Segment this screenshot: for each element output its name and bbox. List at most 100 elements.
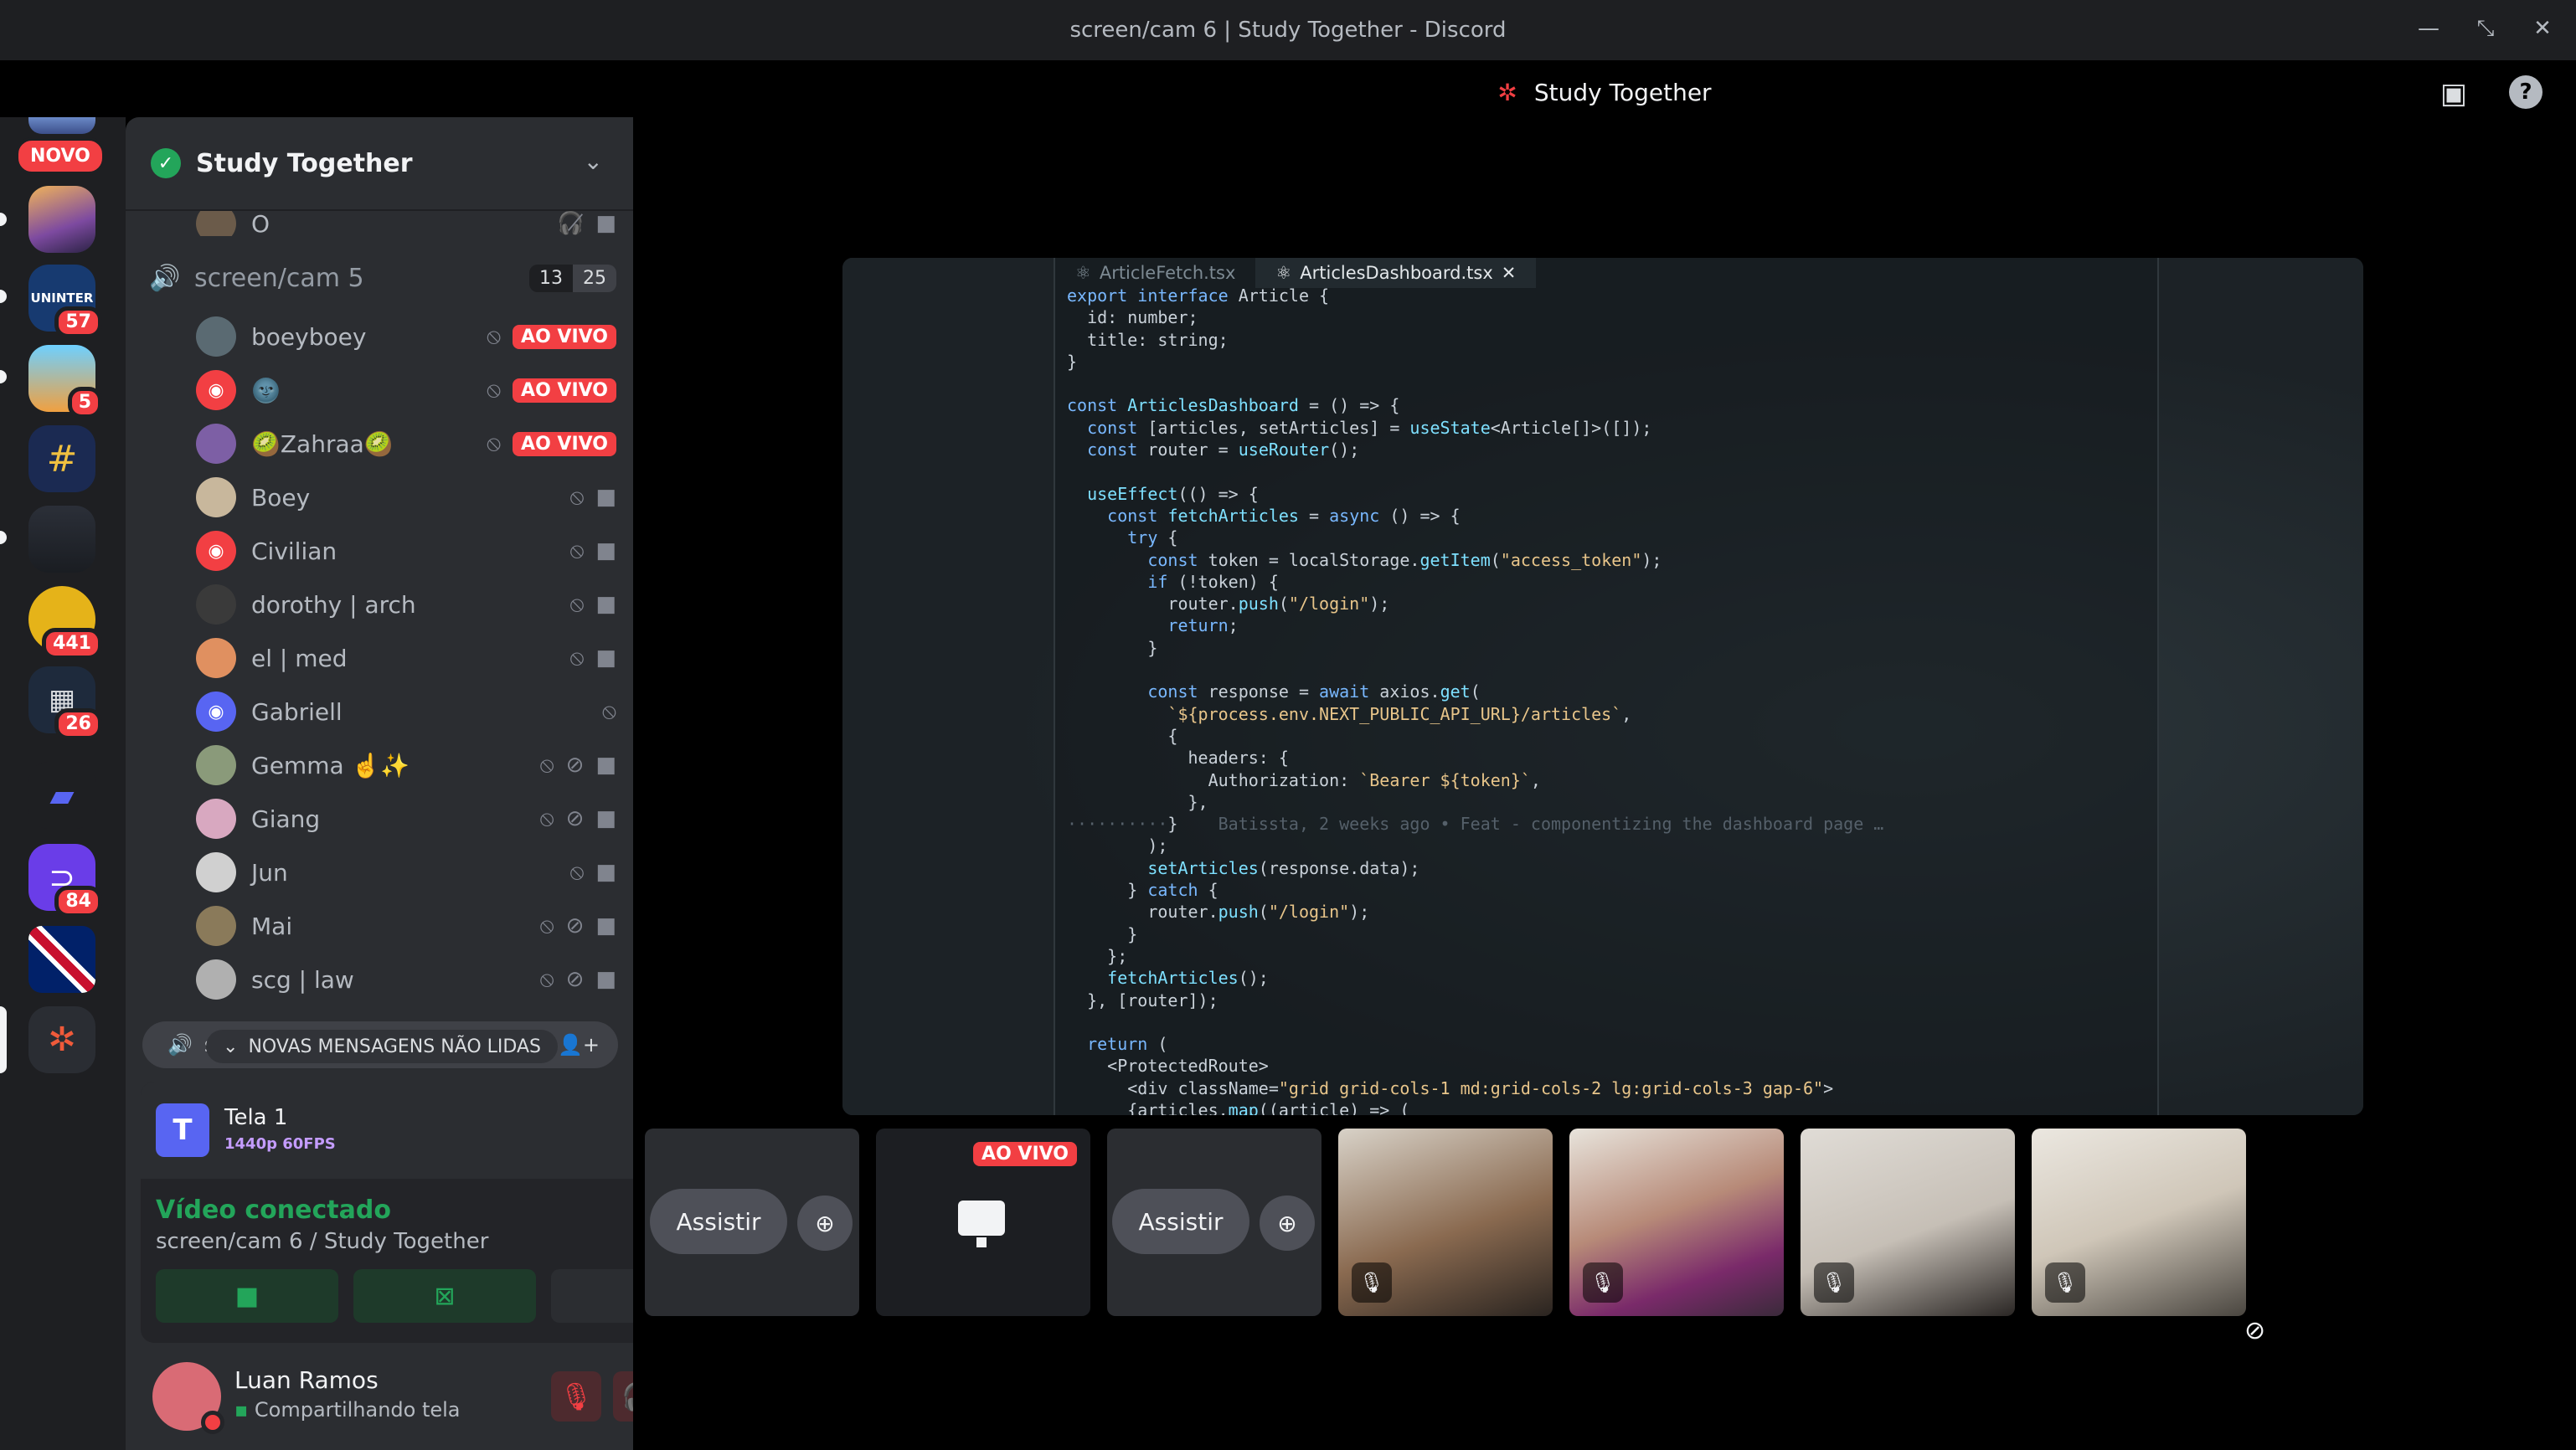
camera-off-icon: ⊘ [565, 806, 585, 831]
muted-mic-icon: 🎙 [2045, 1262, 2085, 1303]
novo-badge: NOVO [15, 137, 106, 175]
voice-location[interactable]: screen/cam 6 / Study Together [156, 1229, 488, 1254]
voice-user[interactable]: dorothy | arch ⦸ ■ [126, 578, 633, 631]
close-icon[interactable]: ✕ [1502, 263, 1517, 283]
mute-mic-button[interactable]: 🎙 [551, 1371, 601, 1422]
code-editor: ⚛ ArticleFetch.tsx ⚛ ArticlesDashboard.tsx… [1054, 258, 2159, 1115]
live-badge: AO VIVO [513, 378, 616, 403]
screen-share-icon: ⊠ [434, 1281, 456, 1311]
server-logo-icon: ✲ [1497, 78, 1517, 106]
avatar [196, 959, 236, 1000]
window-titlebar: screen/cam 6 | Study Together - Discord … [0, 0, 2576, 60]
avatar [196, 424, 236, 464]
screen-share-button[interactable]: ⊠ [353, 1269, 536, 1323]
server-icon-code[interactable] [28, 506, 95, 573]
deafen-icon: ⦸ [569, 645, 585, 671]
voice-user[interactable]: scg | law ⦸ ⊘ ■ [126, 953, 633, 1006]
help-icon[interactable]: ? [2509, 75, 2543, 109]
voice-user[interactable]: boeyboey ⦸ AO VIVO [126, 310, 633, 363]
live-badge: AO VIVO [973, 1142, 1077, 1166]
voice-user[interactable]: Boey ⦸ ■ [126, 470, 633, 524]
voice-user[interactable]: Gemma ☝️✨ ⦸ ⊘ ■ [126, 738, 633, 792]
react-icon: ⚛ [1275, 263, 1292, 283]
camera-tile[interactable]: 🎙 [1801, 1129, 2015, 1316]
voice-user[interactable]: Giang ⦸ ⊘ ■ [126, 792, 633, 846]
avatar [196, 316, 236, 357]
voice-user[interactable]: ◉ Civilian ⦸ ■ [126, 524, 633, 578]
deafen-icon: ⦸ [539, 805, 554, 831]
camera-tile[interactable]: 🎙 [1569, 1129, 1784, 1316]
server-icon-anime[interactable]: 5 [28, 345, 102, 419]
chevron-down-icon[interactable]: ⌄ [584, 147, 603, 175]
server-icon-uk[interactable] [28, 926, 95, 993]
new-unread-messages-pill[interactable]: ⌄ NOVAS MENSAGENS NÃO LIDAS [206, 1030, 558, 1063]
stream-quality: 1440p 60FPS [224, 1135, 336, 1153]
voice-user[interactable]: ◉ 🌚 ⦸ AO VIVO [126, 363, 633, 417]
hide-video-icon[interactable]: ⊘ [2244, 1316, 2265, 1345]
guild-header[interactable]: ✓ Study Together ⌄ [126, 117, 633, 211]
discord-avatar-icon: ◉ [196, 370, 236, 410]
screen-icon: ▪ [234, 1398, 249, 1422]
voice-channel-screen-cam-5[interactable]: 🔊 screen/cam 5 13 25 [126, 251, 633, 305]
voice-user[interactable]: O 🎧̸ ■ [126, 211, 633, 236]
server-icon-uninter[interactable]: UNINTER 57 [28, 265, 102, 338]
deafen-icon: ⦸ [569, 591, 585, 617]
editor-tab-active[interactable]: ⚛ ArticlesDashboard.tsx ✕ [1255, 258, 1537, 288]
popout-stream-icon[interactable]: ⊕ [1260, 1195, 1315, 1251]
camera-icon: ■ [234, 1281, 260, 1311]
screen-icon [958, 1201, 1005, 1247]
voice-user[interactable]: el | med ⦸ ■ [126, 631, 633, 685]
own-stream-tile[interactable]: AO VIVO [876, 1129, 1090, 1316]
speaker-icon: 🔊 [149, 263, 181, 293]
discord-avatar-icon: ◉ [196, 531, 236, 571]
voice-status[interactable]: Vídeo conectado [156, 1195, 391, 1225]
window-title: screen/cam 6 | Study Together - Discord [1069, 18, 1507, 43]
voice-user[interactable]: Mai ⦸ ⊘ ■ [126, 899, 633, 953]
avatar [196, 477, 236, 517]
editor-tab[interactable]: ⚛ ArticleFetch.tsx [1055, 258, 1255, 288]
camera-tile[interactable]: 🎙 [2032, 1129, 2246, 1316]
avatar[interactable] [152, 1362, 224, 1434]
popout-stream-icon[interactable]: ⊕ [797, 1195, 853, 1251]
server-icon-qr[interactable]: ▦ 26 [28, 666, 102, 740]
restore-icon[interactable]: ⤡ [2469, 12, 2502, 45]
avatar [196, 906, 236, 946]
deafen-icon: ⦸ [569, 537, 585, 563]
camera-icon: ■ [595, 860, 616, 885]
stream-tile[interactable]: Assistir ⊕ [1107, 1129, 1321, 1316]
camera-tile[interactable]: 🎙 [1338, 1129, 1553, 1316]
deafen-icon: ⦸ [487, 323, 502, 349]
server-icon-grid[interactable]: # [28, 425, 95, 492]
folder-icon[interactable]: ▰ [28, 762, 95, 829]
avatar [196, 852, 236, 892]
participant-tiles: Assistir ⊕ AO VIVO Assistir ⊕ 🎙 🎙 🎙 🎙 [645, 1129, 2571, 1316]
avatar [196, 638, 236, 678]
discord-avatar-icon: ◉ [196, 692, 236, 732]
dnd-status-icon [201, 1411, 224, 1434]
stream-tile[interactable]: Assistir ⊕ [645, 1129, 859, 1316]
minimize-icon[interactable]: — [2412, 12, 2445, 45]
voice-user[interactable]: Jun ⦸ ■ [126, 846, 633, 899]
live-badge: AO VIVO [513, 431, 616, 456]
server-icon-study-together[interactable]: ✲ [28, 1006, 95, 1073]
channel-title: Study Together [1533, 78, 1712, 106]
add-user-icon[interactable]: 👤+ [558, 1033, 600, 1057]
camera-button[interactable]: ■ [156, 1269, 338, 1323]
voice-user[interactable]: ◉ Gabriell ⦸ [126, 685, 633, 738]
user-status: ▪ Compartilhando tela [234, 1398, 461, 1422]
server-icon-city[interactable] [28, 186, 95, 253]
react-icon: ⚛ [1075, 263, 1091, 283]
deafen-icon: ⦸ [539, 752, 554, 778]
popout-window-icon[interactable]: ▣ [2440, 77, 2467, 111]
watch-stream-button[interactable]: Assistir [650, 1189, 787, 1254]
speaker-icon: 🔊 [167, 1033, 193, 1057]
editor-tabs: ⚛ ArticleFetch.tsx ⚛ ArticlesDashboard.tsx… [1055, 258, 1537, 288]
server-icon-purple[interactable]: ⊃ 84 [28, 844, 102, 918]
screen-share-icon: T [156, 1103, 209, 1157]
git-blame-annotation: Batissta, 2 weeks ago • Feat - component… [1218, 814, 1884, 835]
screen-share-view[interactable]: ⚛ ArticleFetch.tsx ⚛ ArticlesDashboard.tsx… [842, 258, 2363, 1115]
close-icon[interactable]: ✕ [2526, 12, 2559, 45]
server-icon-avatar[interactable]: 441 [28, 586, 102, 660]
voice-user[interactable]: 🥝Zahraa🥝 ⦸ AO VIVO [126, 417, 633, 470]
watch-stream-button[interactable]: Assistir [1112, 1189, 1249, 1254]
